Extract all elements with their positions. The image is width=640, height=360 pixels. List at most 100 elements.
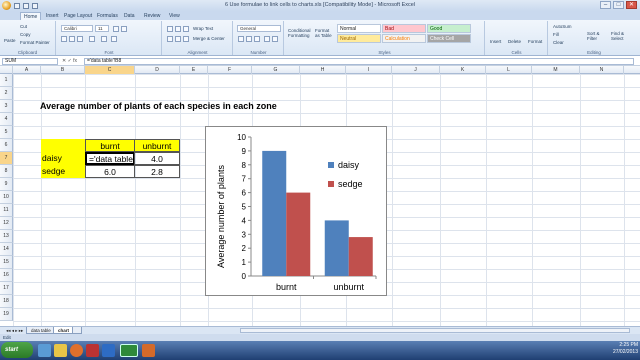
style-calculation[interactable]: Calculation xyxy=(382,34,426,43)
start-button[interactable]: start xyxy=(1,342,33,358)
app-icon[interactable] xyxy=(86,344,99,357)
row-header-17[interactable]: 17 xyxy=(0,282,13,295)
tab-formulas[interactable]: Formulas xyxy=(94,12,121,20)
style-normal[interactable]: Normal xyxy=(337,24,381,33)
embedded-chart[interactable]: 0 1 2 3 4 5 6 7 8 9 10 burnt unburnt Average number o… xyxy=(205,126,387,296)
row-header-19[interactable]: 19 xyxy=(0,308,13,321)
cell-c7-editing[interactable]: ='data table xyxy=(85,152,135,165)
row-header-13[interactable]: 13 xyxy=(0,230,13,243)
borders-icon[interactable] xyxy=(89,36,95,42)
grow-font-icon[interactable] xyxy=(113,26,119,32)
cell-d6[interactable]: unburnt xyxy=(134,139,180,152)
align-middle-icon[interactable] xyxy=(175,26,181,32)
paste-button[interactable]: Paste xyxy=(4,38,16,43)
column-header-m[interactable]: M xyxy=(532,66,580,74)
row-header-14[interactable]: 14 xyxy=(0,243,13,256)
align-left-icon[interactable] xyxy=(167,36,173,42)
number-format-select[interactable]: General xyxy=(237,25,281,32)
format-painter-button[interactable]: Format Painter xyxy=(20,40,50,45)
cell-b7[interactable]: daisy xyxy=(41,152,85,165)
fill-button[interactable]: Fill xyxy=(553,32,559,37)
column-header-a[interactable]: A xyxy=(13,66,41,74)
row-header-2[interactable]: 2 xyxy=(0,87,13,100)
row-header-3[interactable]: 3 xyxy=(0,100,13,113)
row-header-4[interactable]: 4 xyxy=(0,113,13,126)
align-bottom-icon[interactable] xyxy=(183,26,189,32)
clear-button[interactable]: Clear xyxy=(553,40,564,45)
format-as-table-button[interactable]: Format as Table xyxy=(315,28,335,38)
row-header-18[interactable]: 18 xyxy=(0,295,13,308)
style-neutral[interactable]: Neutral xyxy=(337,34,381,43)
desktop-icon[interactable] xyxy=(38,344,51,357)
font-color-icon[interactable] xyxy=(111,36,117,42)
folder-icon[interactable] xyxy=(54,344,67,357)
autosum-button[interactable]: AutoSum xyxy=(553,24,572,29)
word-icon[interactable] xyxy=(102,344,115,357)
column-header-j[interactable]: J xyxy=(392,66,440,74)
cell-d7[interactable]: 4.0 xyxy=(134,152,180,165)
row-header-7[interactable]: 7 xyxy=(0,152,13,165)
align-right-icon[interactable] xyxy=(183,36,189,42)
horizontal-scrollbar[interactable] xyxy=(240,328,630,333)
minimize-button[interactable]: – xyxy=(600,1,611,9)
sheet-nav-icons[interactable]: ◂◂ ◂ ▸ ▸▸ xyxy=(2,327,27,334)
merge-center-button[interactable]: Merge & Center xyxy=(193,36,225,41)
tab-view[interactable]: View xyxy=(166,12,183,20)
cell-c6[interactable]: burnt xyxy=(85,139,135,152)
copy-button[interactable]: Copy xyxy=(20,32,31,37)
excel-icon[interactable] xyxy=(120,344,138,357)
powerpoint-icon[interactable] xyxy=(142,344,155,357)
sheet-tab-data-table[interactable]: data table xyxy=(26,327,56,334)
tab-insert[interactable]: Insert xyxy=(43,12,62,20)
sort-filter-button[interactable]: Sort & Filter xyxy=(587,31,607,41)
close-button[interactable]: ✕ xyxy=(626,1,637,9)
insert-cells-button[interactable]: Insert xyxy=(490,39,501,44)
row-header-6[interactable]: 6 xyxy=(0,139,13,152)
font-size-select[interactable]: 11 xyxy=(95,25,109,32)
cut-button[interactable]: Cut xyxy=(20,24,27,29)
row-header-5[interactable]: 5 xyxy=(0,126,13,139)
currency-icon[interactable] xyxy=(238,36,244,42)
wrap-text-button[interactable]: Wrap Text xyxy=(193,26,213,31)
maximize-button[interactable]: □ xyxy=(613,1,624,9)
tab-data[interactable]: Data xyxy=(121,12,138,20)
insert-sheet-icon[interactable] xyxy=(72,327,82,334)
row-header-1[interactable]: 1 xyxy=(0,74,13,87)
decrease-decimal-icon[interactable] xyxy=(272,36,278,42)
row-header-16[interactable]: 16 xyxy=(0,269,13,282)
font-name-select[interactable]: Calibri xyxy=(61,25,93,32)
name-box[interactable]: SUM xyxy=(2,58,58,65)
comma-icon[interactable] xyxy=(254,36,260,42)
tab-review[interactable]: Review xyxy=(141,12,163,20)
conditional-formatting-button[interactable]: Conditional Formatting xyxy=(288,28,312,38)
column-header-i[interactable]: I xyxy=(346,66,392,74)
cell-c8[interactable]: 6.0 xyxy=(85,165,135,178)
align-top-icon[interactable] xyxy=(167,26,173,32)
bold-icon[interactable] xyxy=(61,36,67,42)
tab-page-layout[interactable]: Page Layout xyxy=(61,12,95,20)
percent-icon[interactable] xyxy=(246,36,252,42)
find-select-button[interactable]: Find & Select xyxy=(611,31,633,41)
cell-b8[interactable]: sedge xyxy=(41,165,85,178)
firefox-icon[interactable] xyxy=(70,344,83,357)
row-header-12[interactable]: 12 xyxy=(0,217,13,230)
column-header-h[interactable]: H xyxy=(300,66,346,74)
column-header-n[interactable]: N xyxy=(580,66,624,74)
formula-input[interactable]: ='data table'!B8 xyxy=(84,58,634,65)
column-header-d[interactable]: D xyxy=(135,66,180,74)
column-header-e[interactable]: E xyxy=(180,66,208,74)
cell-d8[interactable]: 2.8 xyxy=(134,165,180,178)
column-header-g[interactable]: G xyxy=(252,66,300,74)
sheet-tab-chart[interactable]: chart xyxy=(53,327,75,334)
select-all-corner[interactable] xyxy=(0,66,13,74)
row-header-11[interactable]: 11 xyxy=(0,204,13,217)
fill-color-icon[interactable] xyxy=(101,36,107,42)
style-good[interactable]: Good xyxy=(427,24,471,33)
tab-home[interactable]: Home xyxy=(20,12,42,20)
column-header-b[interactable]: B xyxy=(41,66,85,74)
row-header-10[interactable]: 10 xyxy=(0,191,13,204)
style-check-cell[interactable]: Check Cell xyxy=(427,34,471,43)
row-header-9[interactable]: 9 xyxy=(0,178,13,191)
formula-buttons[interactable]: ✕ ✓ fx xyxy=(62,58,77,64)
column-header-l[interactable]: L xyxy=(486,66,532,74)
